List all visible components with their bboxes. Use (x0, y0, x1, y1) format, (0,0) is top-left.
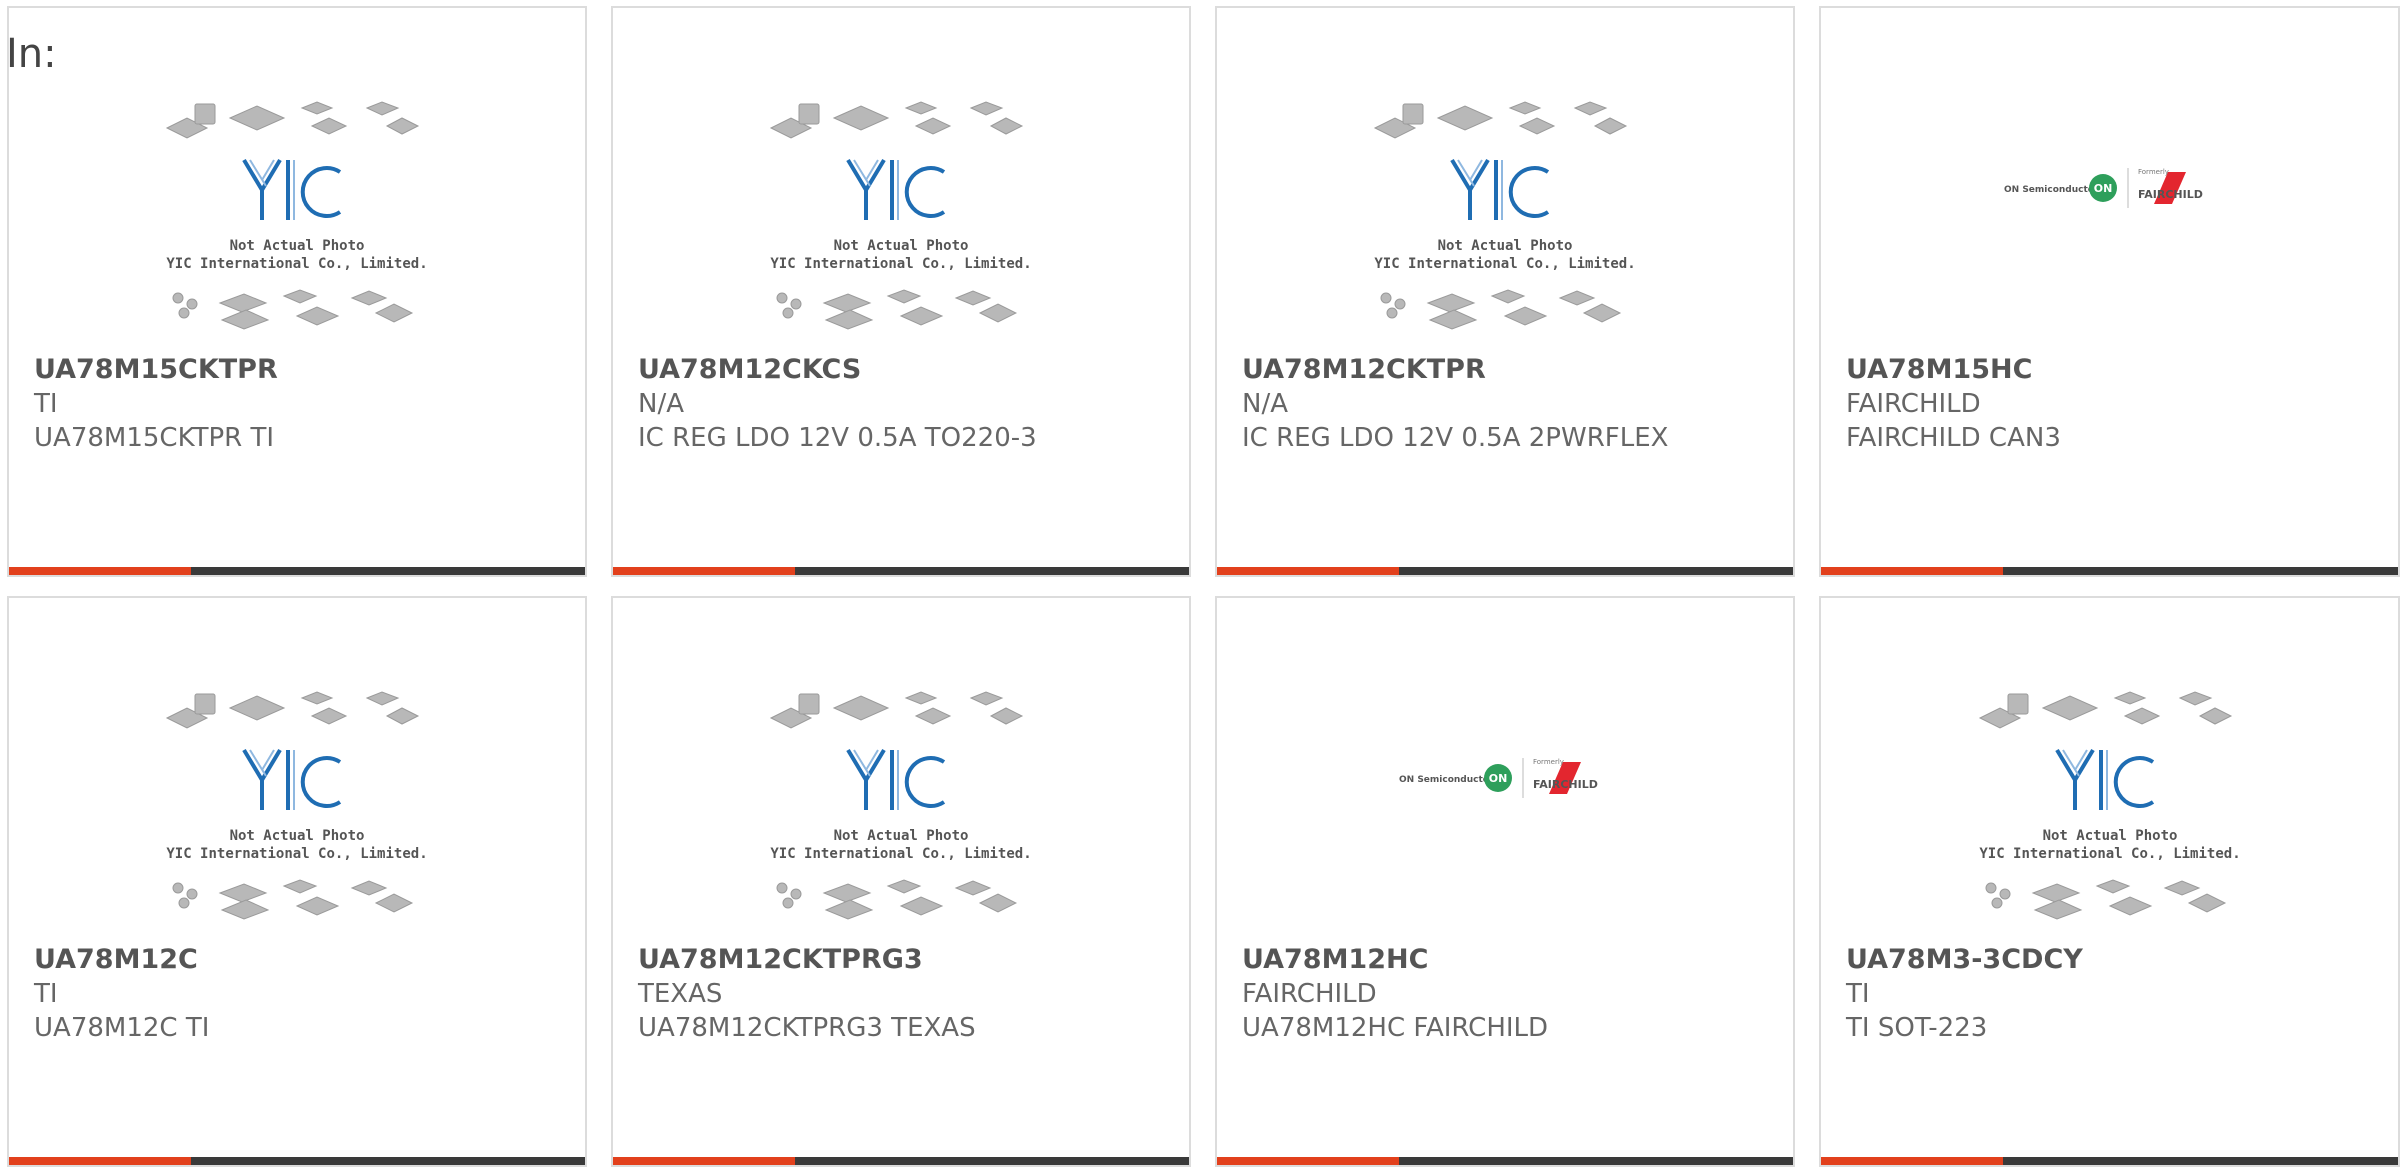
card-bottom-bar (613, 1157, 1189, 1165)
card-bottom-bar (1821, 1157, 2398, 1165)
card-bottom-bar (9, 1157, 585, 1165)
part-number[interactable]: UA78M12HC (1242, 943, 1428, 977)
on-fairchild-logo-icon: ON Semiconductor ON Formerly FAIRCHILD (1399, 758, 1598, 798)
product-card[interactable]: ON Semiconductor ON Formerly FAIRCHILD U… (1215, 596, 1795, 1167)
card-accent-bar (9, 1157, 191, 1165)
on-fairchild-logo-icon: ON Semiconductor ON Formerly FAIRCHILD (2004, 168, 2203, 208)
yic-placeholder-icon: Not Actual Photo YIC International Co., … (1978, 691, 2240, 920)
manufacturer: N/A (638, 389, 684, 419)
svg-text:YIC International Co., Limited: YIC International Co., Limited. (166, 846, 427, 862)
part-number[interactable]: UA78M3-3CDCY (1846, 943, 2083, 977)
product-description: IC REG LDO 12V 0.5A 2PWRFLEX (1242, 423, 1669, 453)
manufacturer: TI (34, 389, 58, 419)
svg-text:Not Actual Photo: Not Actual Photo (230, 238, 365, 254)
product-card[interactable]: Not Actual Photo YIC International Co., … (7, 596, 587, 1167)
card-accent-bar (1821, 567, 2003, 575)
product-image: Not Actual Photo YIC International Co., … (9, 98, 585, 348)
product-card[interactable]: Not Actual Photo YIC International Co., … (1819, 596, 2400, 1167)
card-accent-bar (1217, 567, 1399, 575)
manufacturer: TEXAS (638, 979, 723, 1009)
svg-text:ON: ON (2093, 182, 2112, 195)
svg-text:Not Actual Photo: Not Actual Photo (230, 828, 365, 844)
svg-text:Formerly: Formerly (2138, 168, 2169, 176)
results-prefix-label: In: (6, 31, 57, 77)
yic-placeholder-icon: Not Actual Photo YIC International Co., … (769, 691, 1032, 920)
manufacturer: FAIRCHILD (1242, 979, 1377, 1009)
product-card[interactable]: Not Actual Photo YIC International Co., … (611, 6, 1191, 577)
svg-text:YIC International Co., Limited: YIC International Co., Limited. (1979, 846, 2240, 862)
product-description: UA78M12HC FAIRCHILD (1242, 1013, 1549, 1043)
svg-text:FAIRCHILD: FAIRCHILD (1533, 778, 1598, 791)
svg-text:Not Actual Photo: Not Actual Photo (1438, 238, 1573, 254)
product-description: TI SOT-223 (1846, 1013, 1988, 1043)
product-image: Not Actual Photo YIC International Co., … (1821, 688, 2398, 938)
part-number[interactable]: UA78M12C (34, 943, 198, 977)
svg-text:ON Semiconductor: ON Semiconductor (2004, 185, 2099, 195)
card-bottom-bar (1217, 1157, 1793, 1165)
manufacturer: FAIRCHILD (1846, 389, 1981, 419)
svg-text:YIC International Co., Limited: YIC International Co., Limited. (166, 256, 427, 272)
product-card[interactable]: ON Semiconductor ON Formerly FAIRCHILD U… (1819, 6, 2400, 577)
svg-text:YIC International Co., Limited: YIC International Co., Limited. (770, 846, 1031, 862)
product-image: ON Semiconductor ON Formerly FAIRCHILD (1217, 688, 1793, 938)
card-bottom-bar (9, 567, 585, 575)
part-number[interactable]: UA78M12CKTPRG3 (638, 943, 923, 977)
svg-text:YIC International Co., Limited: YIC International Co., Limited. (770, 256, 1031, 272)
yic-placeholder-icon: Not Actual Photo YIC International Co., … (165, 691, 428, 920)
part-number[interactable]: UA78M12CKCS (638, 353, 861, 387)
svg-text:Not Actual Photo: Not Actual Photo (834, 238, 969, 254)
svg-text:YIC International Co., Limited: YIC International Co., Limited. (1374, 256, 1635, 272)
part-number[interactable]: UA78M12CKTPR (1242, 353, 1486, 387)
manufacturer: N/A (1242, 389, 1288, 419)
card-accent-bar (613, 567, 795, 575)
card-bottom-bar (1821, 567, 2398, 575)
part-number[interactable]: UA78M15CKTPR (34, 353, 278, 387)
svg-text:Formerly: Formerly (1533, 758, 1564, 766)
product-description: IC REG LDO 12V 0.5A TO220-3 (638, 423, 1037, 453)
yic-placeholder-icon: Not Actual Photo YIC International Co., … (1373, 101, 1636, 330)
card-accent-bar (9, 567, 191, 575)
product-card[interactable]: Not Actual Photo YIC International Co., … (1215, 6, 1795, 577)
product-image: Not Actual Photo YIC International Co., … (1217, 98, 1793, 348)
product-description: UA78M15CKTPR TI (34, 423, 275, 453)
svg-text:ON Semiconductor: ON Semiconductor (1399, 775, 1494, 785)
svg-text:Not Actual Photo: Not Actual Photo (834, 828, 969, 844)
yic-placeholder-icon: Not Actual Photo YIC International Co., … (165, 101, 428, 330)
product-image: ON Semiconductor ON Formerly FAIRCHILD (1821, 98, 2398, 348)
svg-text:ON: ON (1489, 772, 1508, 785)
svg-text:Not Actual Photo: Not Actual Photo (2042, 828, 2177, 844)
card-accent-bar (1217, 1157, 1399, 1165)
manufacturer: TI (1846, 979, 1870, 1009)
yic-placeholder-icon: Not Actual Photo YIC International Co., … (769, 101, 1032, 330)
product-description: UA78M12CKTPRG3 TEXAS (638, 1013, 976, 1043)
product-card[interactable]: Not Actual Photo YIC International Co., … (611, 596, 1191, 1167)
product-card[interactable]: Not Actual Photo YIC International Co., … (7, 6, 587, 577)
product-image: Not Actual Photo YIC International Co., … (613, 98, 1189, 348)
card-bottom-bar (1217, 567, 1793, 575)
product-description: UA78M12C TI (34, 1013, 210, 1043)
card-accent-bar (1821, 1157, 2003, 1165)
manufacturer: TI (34, 979, 58, 1009)
product-image: Not Actual Photo YIC International Co., … (613, 688, 1189, 938)
svg-text:FAIRCHILD: FAIRCHILD (2138, 188, 2203, 201)
part-number[interactable]: UA78M15HC (1846, 353, 2032, 387)
product-description: FAIRCHILD CAN3 (1846, 423, 2061, 453)
product-image: Not Actual Photo YIC International Co., … (9, 688, 585, 938)
card-accent-bar (613, 1157, 795, 1165)
card-bottom-bar (613, 567, 1189, 575)
